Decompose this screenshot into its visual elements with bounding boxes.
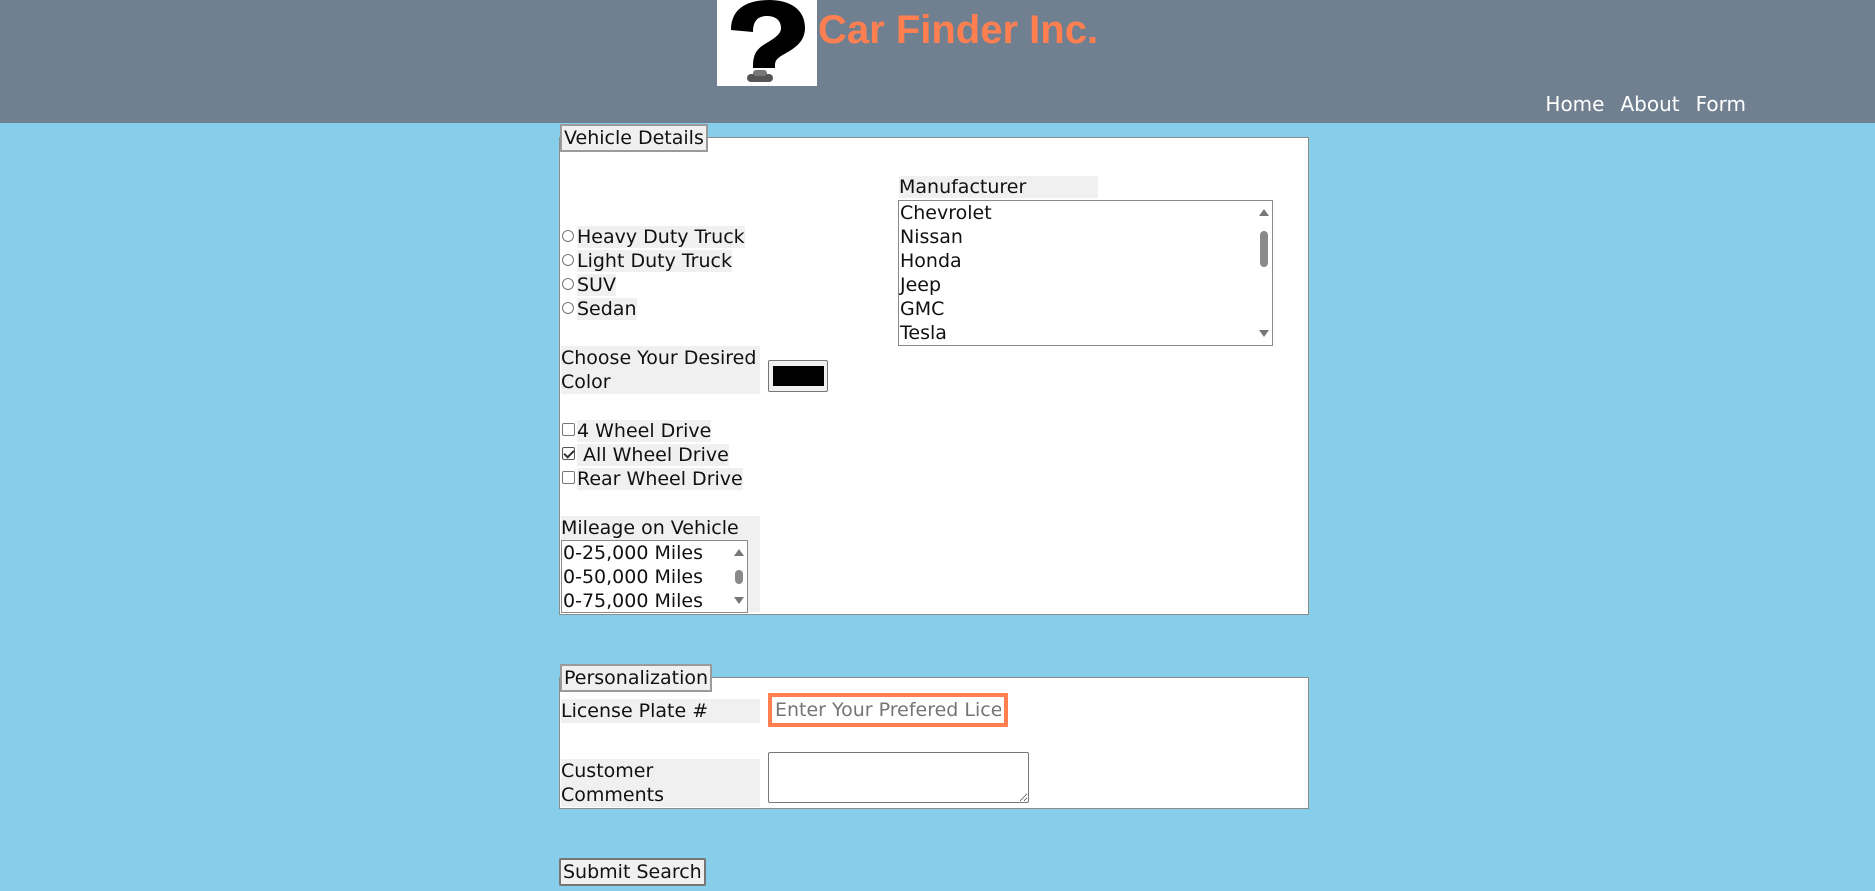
logo-icon (717, 0, 817, 86)
manufacturer-select[interactable]: Chevrolet Nissan Honda Jeep GMC Tesla (898, 200, 1273, 346)
manufacturer-label: Manufacturer (899, 176, 1098, 198)
scroll-thumb[interactable] (735, 570, 743, 584)
radio-label: Heavy Duty Truck (577, 226, 745, 248)
site-header: Car Finder Inc. Home About Form (0, 0, 1875, 123)
checkbox-label: Rear Wheel Drive (577, 468, 743, 490)
radio-label: Sedan (577, 298, 637, 320)
list-item[interactable]: 0-50,000 Miles (562, 565, 747, 589)
checkbox-4-wheel-drive[interactable] (562, 423, 575, 436)
list-item[interactable]: Nissan (899, 225, 1272, 249)
list-item[interactable]: Honda (899, 249, 1272, 273)
list-item[interactable]: Chevrolet (899, 201, 1272, 225)
radio-heavy-duty-truck[interactable] (562, 230, 574, 242)
list-item[interactable]: Tesla (899, 321, 1272, 345)
customer-comments-label: Customer Comments (561, 759, 760, 807)
radio-label: SUV (577, 274, 616, 296)
scroll-down-icon[interactable] (1259, 330, 1269, 337)
manufacturer-scrollbar[interactable] (1256, 201, 1272, 345)
list-item[interactable]: 0-75,000 Miles (562, 589, 747, 612)
mileage-scrollbar[interactable] (731, 541, 747, 612)
customer-comments-textarea[interactable] (768, 752, 1029, 803)
nav-home-link[interactable]: Home (1545, 92, 1604, 116)
checkbox-label: All Wheel Drive (577, 444, 729, 466)
license-plate-input[interactable] (768, 693, 1008, 727)
scroll-up-icon[interactable] (734, 549, 744, 556)
submit-search-button[interactable]: Submit Search (559, 858, 706, 886)
personalization-legend: Personalization (560, 664, 713, 692)
scroll-down-icon[interactable] (734, 597, 744, 604)
vehicle-details-legend: Vehicle Details (560, 124, 708, 152)
nav-form-link[interactable]: Form (1696, 92, 1746, 116)
color-label: Choose Your Desired Color (561, 346, 760, 394)
color-picker[interactable] (768, 360, 828, 392)
radio-light-duty-truck[interactable] (562, 254, 574, 266)
color-swatch (773, 366, 824, 386)
radio-label: Light Duty Truck (577, 250, 732, 272)
checkbox-all-wheel-drive[interactable] (562, 447, 575, 460)
list-item[interactable]: GMC (899, 297, 1272, 321)
list-item[interactable]: 0-25,000 Miles (562, 541, 747, 565)
checkbox-label: 4 Wheel Drive (577, 420, 712, 442)
radio-suv[interactable] (562, 278, 574, 290)
nav-about-link[interactable]: About (1620, 92, 1679, 116)
radio-sedan[interactable] (562, 302, 574, 314)
scroll-up-icon[interactable] (1259, 209, 1269, 216)
brand-title: Car Finder Inc. (818, 8, 1099, 52)
checkbox-rear-wheel-drive[interactable] (562, 471, 575, 484)
main-nav: Home About Form (1545, 92, 1746, 116)
license-plate-label: License Plate # (561, 699, 760, 723)
list-item[interactable]: Jeep (899, 273, 1272, 297)
mileage-select[interactable]: 0-25,000 Miles 0-50,000 Miles 0-75,000 M… (561, 540, 748, 613)
scroll-thumb[interactable] (1260, 231, 1268, 267)
